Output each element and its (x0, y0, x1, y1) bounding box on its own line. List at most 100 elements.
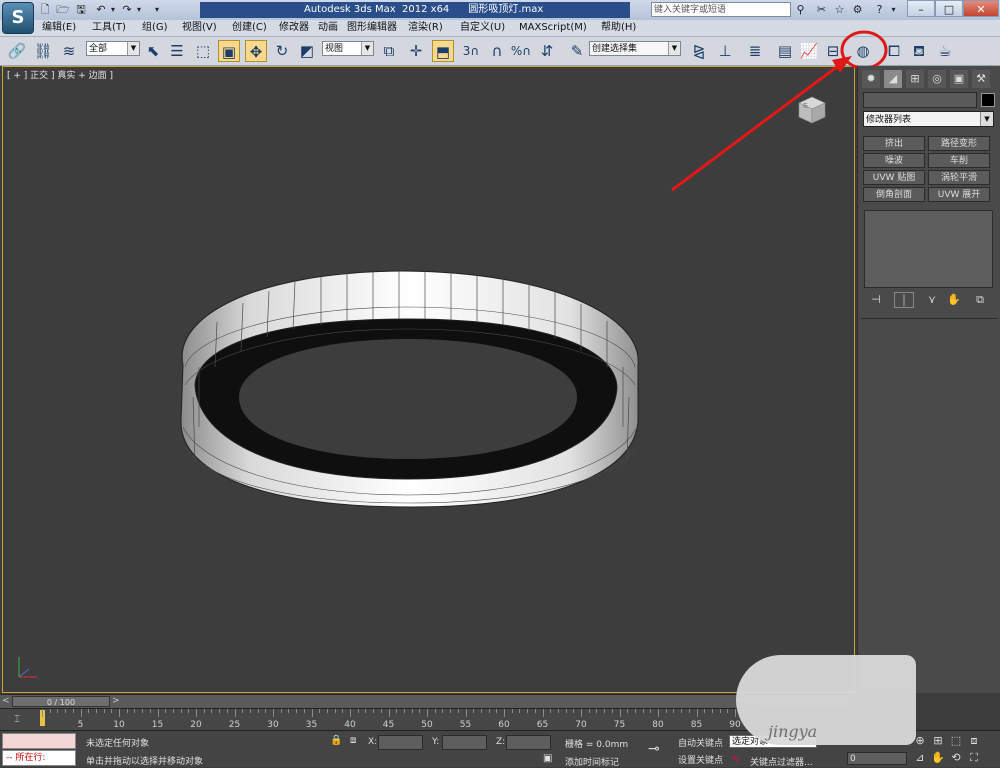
modifier-unwrap-uvw-button[interactable]: UVW 展开 (928, 187, 990, 202)
motion-tab-icon[interactable]: ◎ (928, 70, 946, 88)
modifier-stack[interactable] (864, 210, 993, 288)
select-and-move-icon[interactable]: ✥ (245, 40, 267, 62)
menu-edit[interactable]: 编辑(E) (42, 21, 76, 35)
mini-curve-editor-icon[interactable]: ⌶ (6, 713, 28, 727)
next-frame-icon[interactable]: > (112, 696, 120, 707)
window-crossing-icon[interactable]: ▣ (218, 40, 240, 62)
named-selection-dropdown[interactable]: 创建选择集 ▼ (589, 41, 681, 56)
schematic-view-icon[interactable]: ⊟ (822, 40, 844, 62)
modifier-noise-button[interactable]: 噪波 (863, 153, 925, 168)
zoom-extents-icon[interactable]: ⬚ (948, 734, 964, 748)
app-logo[interactable]: S (2, 2, 34, 34)
y-coordinate-field[interactable] (442, 735, 487, 750)
binoculars-icon[interactable]: ⚲ (793, 2, 808, 17)
set-key-label[interactable]: 设置关键点 (678, 753, 723, 766)
maximize-button[interactable]: □ (935, 0, 963, 17)
configure-modifier-sets-icon[interactable]: ⧉ (970, 292, 990, 308)
snap-toggle-icon[interactable]: 3∩ (460, 40, 482, 62)
zoom-all-icon[interactable]: ⊞ (930, 734, 946, 748)
remove-modifier-icon[interactable]: ✋ (944, 292, 964, 308)
help-icon[interactable]: ? (872, 2, 887, 17)
maximize-viewport-icon[interactable]: ⛶ (966, 751, 982, 765)
previous-frame-icon[interactable]: < (2, 696, 10, 707)
show-end-result-icon[interactable]: ⏐ (894, 292, 914, 308)
modifier-uvw-map-button[interactable]: UVW 贴图 (863, 170, 925, 185)
selection-filter-dropdown[interactable]: 全部 ▼ (86, 41, 140, 56)
select-by-name-icon[interactable]: ☰ (166, 40, 188, 62)
menu-group[interactable]: 组(G) (142, 21, 168, 35)
time-slider[interactable]: < 0 / 100 > (0, 694, 855, 709)
key-filters-button[interactable]: 关键点过滤器... (750, 755, 813, 768)
link-icon[interactable]: 🔗 (6, 40, 28, 62)
subscription-icon[interactable]: ⚙ (850, 2, 865, 17)
quick-access-menu-icon[interactable]: ▾ (150, 3, 164, 16)
hierarchy-tab-icon[interactable]: ⊞ (906, 70, 924, 88)
keyboard-shortcut-override-icon[interactable]: ⬒ (432, 40, 454, 62)
select-manipulate-icon[interactable]: ✛ (405, 40, 427, 62)
angle-snap-icon[interactable]: ∩ (486, 40, 508, 62)
x-coordinate-field[interactable] (378, 735, 423, 750)
maxscript-listener-top[interactable] (2, 733, 76, 749)
absolute-mode-icon[interactable]: ⧈ (350, 735, 356, 746)
rectangular-selection-icon[interactable]: ⬚ (192, 40, 214, 62)
material-editor-icon[interactable]: ◍ (852, 40, 874, 62)
mirror-icon[interactable]: ⧎ (688, 40, 710, 62)
select-object-icon[interactable]: ⬉ (142, 40, 164, 62)
redo-dropdown-icon[interactable]: ▾ (132, 3, 146, 16)
zoom-extents-all-icon[interactable]: ⧈ (966, 734, 982, 748)
menu-rendering[interactable]: 渲染(R) (408, 21, 443, 35)
modifier-list-dropdown[interactable]: 修改器列表 ▼ (863, 111, 994, 127)
edit-named-selection-icon[interactable]: ✎ (566, 40, 588, 62)
create-tab-icon[interactable]: ✹ (862, 70, 880, 88)
perspective-viewport[interactable]: [ + ] 正交 ] 真实 + 边面 ] 左 (2, 66, 855, 693)
render-production-icon[interactable]: ☕ (934, 40, 956, 62)
close-button[interactable]: ✕ (963, 0, 999, 17)
maxscript-listener[interactable]: -- 所在行: (2, 750, 76, 766)
select-and-rotate-icon[interactable]: ↻ (271, 40, 293, 62)
render-setup-icon[interactable]: ⧠ (883, 40, 905, 62)
menu-tools[interactable]: 工具(T) (92, 21, 126, 35)
new-file-icon[interactable]: 🗋 (38, 3, 52, 16)
search-input[interactable]: 键入关键字或短语 (651, 2, 791, 17)
menu-graph-editors[interactable]: 图形编辑器 (347, 21, 397, 35)
star-icon[interactable]: ☆ (832, 2, 847, 17)
modifier-lathe-button[interactable]: 车削 (928, 153, 990, 168)
object-name-field[interactable] (863, 92, 977, 108)
menu-create[interactable]: 创建(C) (232, 21, 267, 35)
minimize-button[interactable]: – (907, 0, 935, 17)
help-dropdown-icon[interactable]: ▾ (886, 2, 901, 17)
bind-space-warp-icon[interactable]: ≋ (58, 40, 80, 62)
field-of-view-icon[interactable]: ⊿ (912, 751, 928, 765)
menu-views[interactable]: 视图(V) (182, 21, 217, 35)
percent-snap-icon[interactable]: %∩ (510, 40, 532, 62)
select-and-scale-icon[interactable]: ◩ (296, 40, 318, 62)
open-file-icon[interactable]: 🗁 (56, 3, 70, 16)
z-coordinate-field[interactable] (506, 735, 551, 750)
auto-key-label[interactable]: 自动关键点 (678, 736, 723, 749)
modifier-bevel-profile-button[interactable]: 倒角剖面 (863, 187, 925, 202)
time-tag-icon[interactable]: ▣ (543, 753, 552, 764)
menu-help[interactable]: 帮助(H) (601, 21, 636, 35)
align-icon[interactable]: ⊥ (714, 40, 736, 62)
key-icon[interactable]: ⊸ (648, 741, 660, 757)
graphite-tools-icon[interactable]: ▤ (774, 40, 796, 62)
modify-tab-icon[interactable]: ◢ (884, 70, 902, 88)
save-icon[interactable]: 🖫 (74, 3, 88, 16)
modifier-extrude-button[interactable]: 挤出 (863, 136, 925, 151)
menu-animation[interactable]: 动画 (318, 21, 338, 35)
menu-modifiers[interactable]: 修改器 (279, 21, 309, 35)
unlink-icon[interactable]: ⛓ (32, 40, 54, 62)
curve-editor-icon[interactable]: 📈 (798, 40, 820, 62)
current-frame-field[interactable]: 0 (847, 752, 907, 765)
lock-icon[interactable]: 🔒 (330, 735, 342, 746)
layer-manager-icon[interactable]: ≣ (744, 40, 766, 62)
pan-view-icon[interactable]: ✋ (930, 751, 946, 765)
display-tab-icon[interactable]: ▣ (950, 70, 968, 88)
modifier-turbosmooth-button[interactable]: 涡轮平滑 (928, 170, 990, 185)
rendered-frame-window-icon[interactable]: ⛾ (908, 40, 930, 62)
utilities-tab-icon[interactable]: ⚒ (972, 70, 990, 88)
pin-stack-icon[interactable]: ⊣ (866, 292, 886, 308)
orbit-icon[interactable]: ⟲ (948, 751, 964, 765)
make-unique-icon[interactable]: ⋎ (922, 292, 942, 308)
pivot-center-icon[interactable]: ⧉ (378, 40, 400, 62)
